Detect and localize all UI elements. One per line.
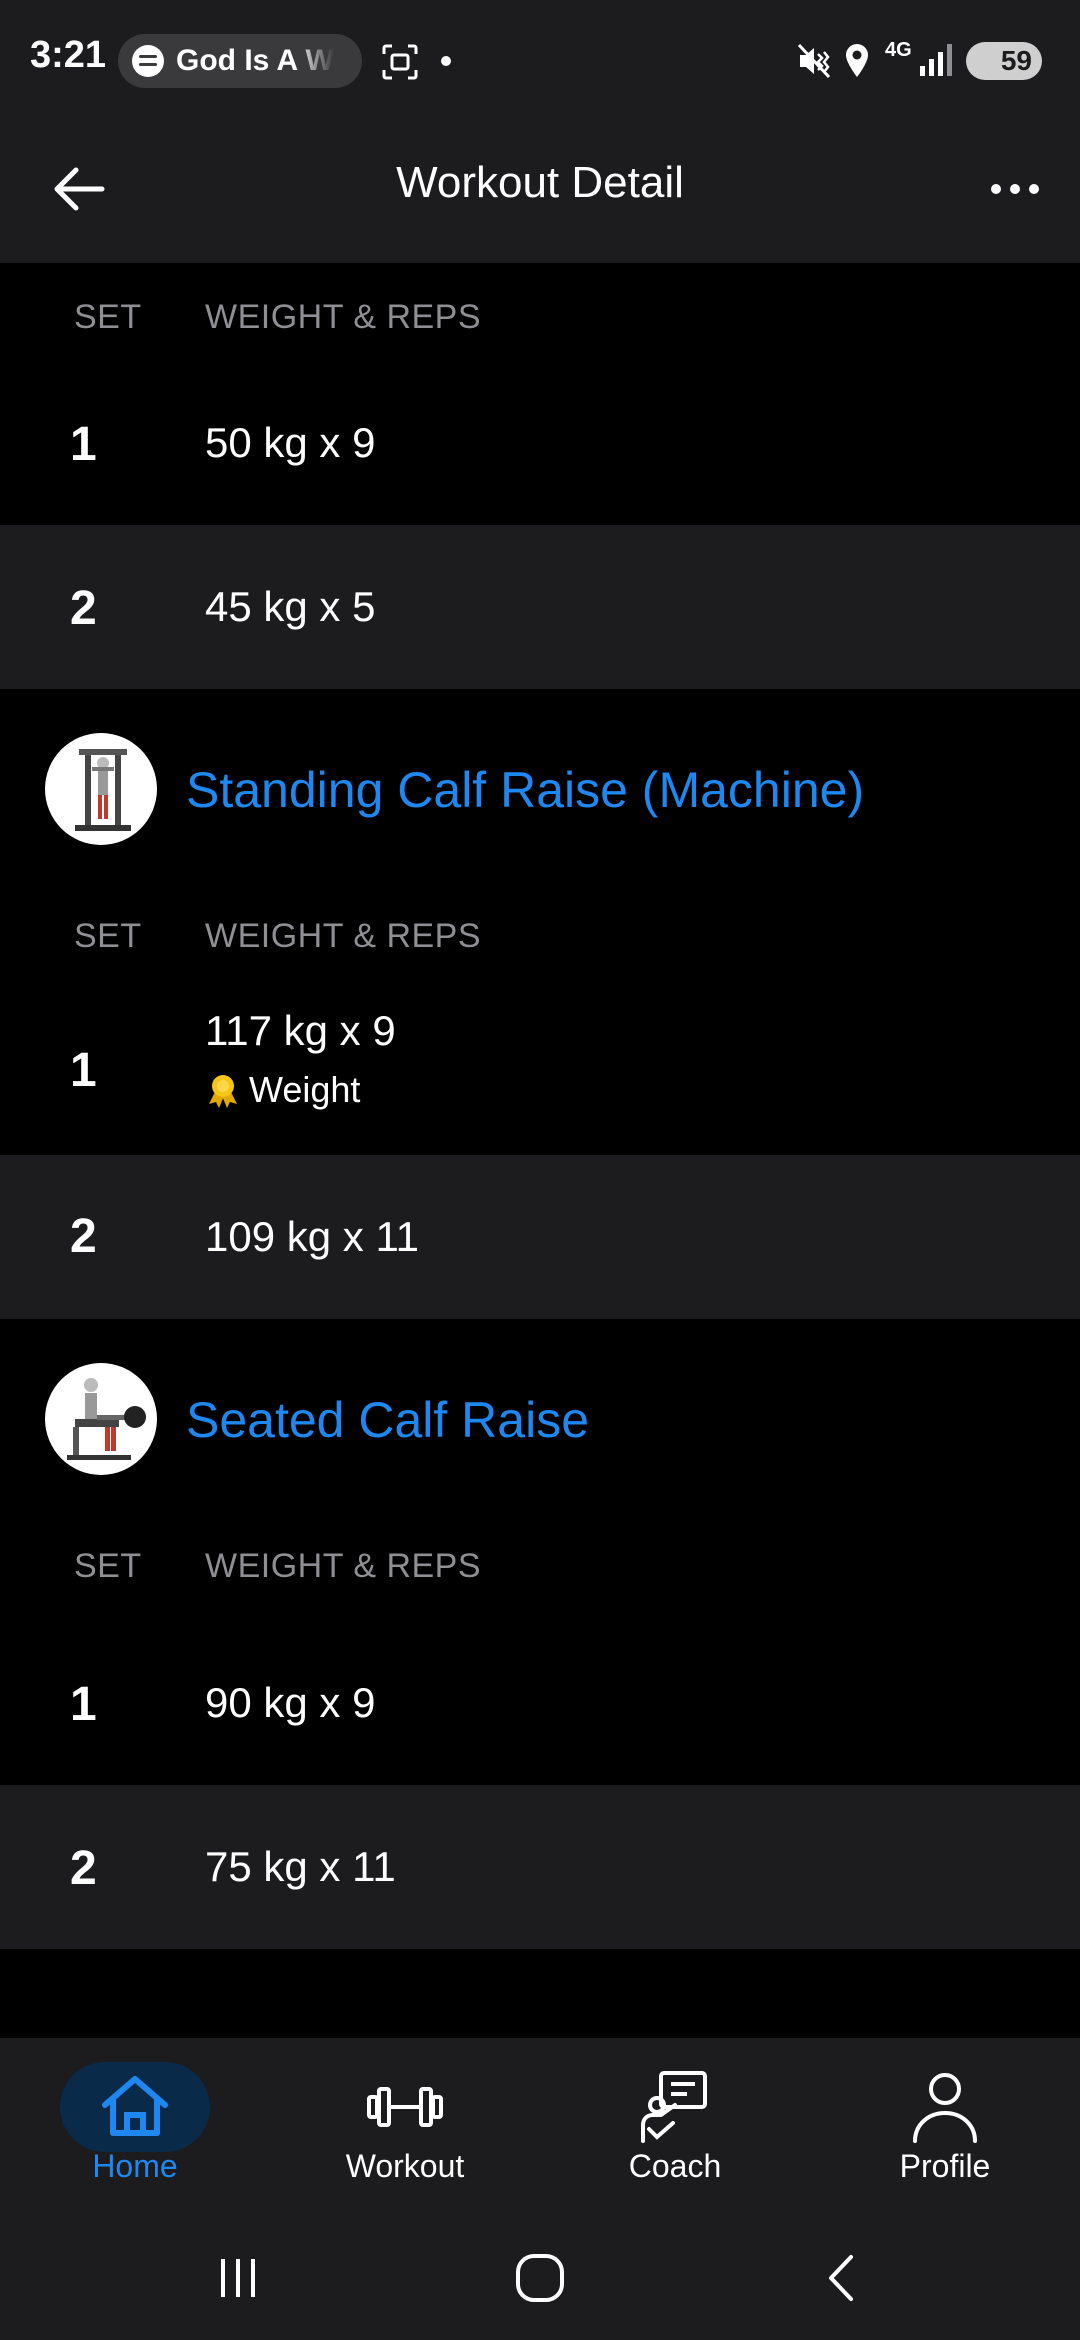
- dumbbell-icon: [330, 2062, 480, 2152]
- set-column-header: SET: [74, 1547, 142, 1585]
- nav-workout-label: Workout: [345, 2148, 465, 2184]
- mute-vibrate-icon: [797, 43, 831, 79]
- spotify-icon: [132, 45, 164, 77]
- network-type: 4G: [885, 39, 912, 61]
- page-title: Workout Detail: [396, 158, 684, 207]
- set-column-header: SET: [74, 298, 142, 336]
- set-weight-reps: 45 kg x 5: [205, 583, 376, 630]
- nav-profile-label: Profile: [899, 2148, 991, 2184]
- weight-reps-column-header: WEIGHT & REPS: [205, 917, 482, 955]
- signal-icon: [920, 44, 952, 76]
- set-number: 2: [70, 1842, 97, 1895]
- set-number: 1: [70, 418, 97, 471]
- weight-reps-column-header: WEIGHT & REPS: [205, 1547, 482, 1585]
- status-time: 3:21: [30, 34, 107, 76]
- workout-detail-list[interactable]: SET WEIGHT & REPS 1 50 kg x 9 2 45 kg x …: [0, 263, 1080, 2038]
- nav-profile[interactable]: Profile: [810, 2038, 1080, 2208]
- battery-indicator: 59: [966, 42, 1042, 80]
- set-row: 1 117 kg x 9 Weight: [0, 989, 1080, 1155]
- home-button-icon[interactable]: [500, 2238, 580, 2318]
- exercise-header[interactable]: Standing Calf Raise (Machine): [0, 689, 1080, 893]
- set-weight-reps: 75 kg x 11: [205, 1843, 396, 1890]
- personal-record-badge: Weight: [205, 1069, 360, 1111]
- system-navigation-bar: [0, 2208, 1080, 2340]
- set-weight-reps: 50 kg x 9: [205, 419, 376, 466]
- top-app-bar: Workout Detail: [0, 118, 1080, 263]
- set-column-header: SET: [74, 917, 142, 955]
- weight-reps-column-header: WEIGHT & REPS: [205, 298, 482, 336]
- set-number: 1: [70, 1044, 97, 1097]
- more-options-icon[interactable]: [980, 154, 1050, 224]
- calf-raise-machine-icon: [75, 749, 131, 831]
- exercise-name-link[interactable]: Seated Calf Raise: [186, 1391, 589, 1449]
- exercise-thumbnail: [45, 733, 157, 845]
- battery-level: 59: [1000, 45, 1032, 76]
- exercise-name-link[interactable]: Standing Calf Raise (Machine): [186, 761, 864, 819]
- medal-icon: [209, 1075, 237, 1108]
- notification-dot: [441, 56, 451, 66]
- profile-icon: [870, 2062, 1020, 2152]
- personal-record-label: Weight: [249, 1069, 361, 1110]
- sets-table-header: SET WEIGHT & REPS: [0, 1523, 1080, 1619]
- set-row: 1 50 kg x 9: [0, 361, 1080, 525]
- nav-home[interactable]: Home: [0, 2038, 270, 2208]
- status-bar: 3:21 God Is A W 4G 59: [0, 0, 1080, 118]
- home-icon: [60, 2062, 210, 2152]
- bottom-navigation: Home Workout Coach Profile: [0, 2038, 1080, 2208]
- screenshot-icon: [382, 44, 418, 80]
- set-number: 2: [70, 582, 97, 635]
- nav-workout[interactable]: Workout: [270, 2038, 540, 2208]
- recent-apps-icon[interactable]: [198, 2238, 278, 2318]
- sets-table-header: SET WEIGHT & REPS: [0, 263, 1080, 361]
- sets-table-header: SET WEIGHT & REPS: [0, 893, 1080, 989]
- coach-icon: [600, 2062, 750, 2152]
- set-weight-reps: 109 kg x 11: [205, 1213, 420, 1260]
- nav-coach-label: Coach: [628, 2148, 722, 2184]
- set-row: 2 45 kg x 5: [0, 525, 1080, 689]
- set-weight-reps: 90 kg x 9: [205, 1679, 376, 1726]
- system-back-icon[interactable]: [802, 2238, 882, 2318]
- set-row: 2 75 kg x 11: [0, 1785, 1080, 1949]
- set-row: 2 109 kg x 11: [0, 1155, 1080, 1319]
- media-title: God Is A W: [176, 44, 334, 77]
- set-weight-reps: 117 kg x 9: [205, 1007, 396, 1054]
- exercise-thumbnail: [45, 1363, 157, 1475]
- seated-calf-raise-icon: [67, 1378, 146, 1460]
- location-icon: [846, 44, 868, 77]
- set-number: 1: [70, 1678, 97, 1731]
- set-number: 2: [70, 1210, 97, 1263]
- exercise-header[interactable]: Seated Calf Raise: [0, 1319, 1080, 1523]
- nav-home-label: Home: [92, 2148, 178, 2184]
- nav-coach[interactable]: Coach: [540, 2038, 810, 2208]
- media-playback-pill[interactable]: God Is A W: [118, 34, 362, 88]
- set-row: 1 90 kg x 9: [0, 1619, 1080, 1785]
